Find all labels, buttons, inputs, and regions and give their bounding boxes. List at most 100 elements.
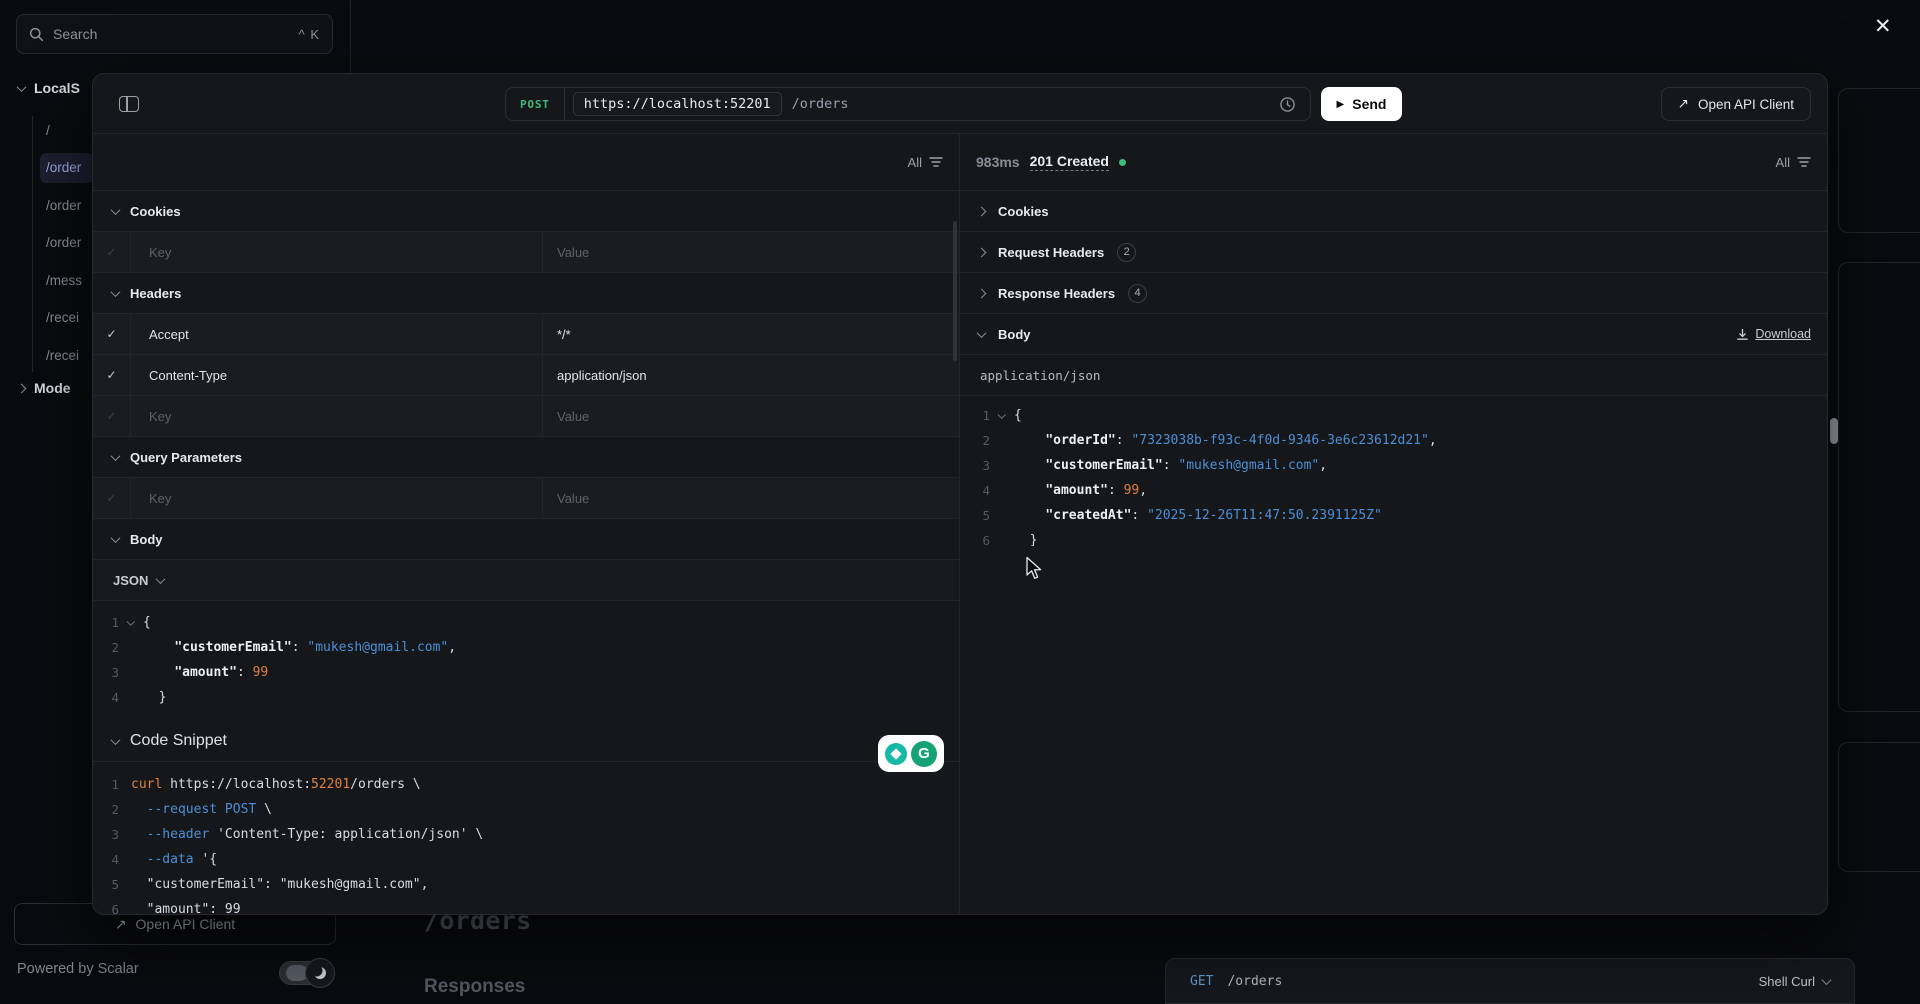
row-checkbox[interactable]: ✓	[93, 314, 131, 354]
param-value-input[interactable]: Value	[543, 232, 959, 272]
param-row: ✓Content-Typeapplication/json	[93, 355, 959, 396]
chevron-down-icon	[1822, 975, 1832, 985]
param-value-input[interactable]: */*	[543, 314, 959, 354]
moon-icon	[305, 958, 335, 988]
code-line: 6 "amount": 99	[93, 897, 959, 915]
open-api-client-top-button[interactable]: ↗ Open API Client	[1661, 87, 1811, 121]
line-number: 2	[93, 640, 119, 655]
request-path[interactable]: /orders	[792, 96, 1279, 112]
request-body-editor[interactable]: 1{2 "customerEmail": "mukesh@gmail.com",…	[93, 601, 959, 721]
response-duration: 983ms	[976, 154, 1020, 170]
sidebar-item-endpoint[interactable]: /	[40, 115, 94, 145]
param-value-input[interactable]: Value	[543, 478, 959, 518]
row-checkbox[interactable]: ✓	[93, 355, 131, 395]
response-body-label: Body	[998, 327, 1031, 342]
code-text: curl https://localhost:52201/orders \	[131, 777, 421, 792]
modal-header: POST https://localhost:52201 /orders ▶ S…	[93, 74, 1827, 134]
code-line: 3 "customerEmail": "mukesh@gmail.com",	[960, 453, 1827, 478]
sidebar-group-localstack[interactable]: LocalS	[18, 80, 80, 96]
sidebar-item-endpoint[interactable]: /order	[40, 228, 94, 258]
filter-icon[interactable]	[929, 156, 943, 168]
code-text: "customerEmail": "mukesh@gmail.com",	[1014, 458, 1327, 473]
search-input[interactable]: Search ^ K	[16, 14, 333, 54]
param-row: ✓KeyValue	[93, 232, 959, 273]
client-select-value: Shell Curl	[1759, 974, 1815, 989]
chevron-right-icon	[977, 206, 987, 216]
code-text: --data '{	[131, 852, 217, 867]
param-key-input[interactable]: Key	[131, 232, 543, 272]
server-url-box[interactable]: https://localhost:52201	[573, 92, 782, 116]
chevron-right-icon	[977, 247, 987, 257]
code-text: "customerEmail": "mukesh@gmail.com",	[143, 640, 456, 655]
sidebar-item-endpoint[interactable]: /mess	[40, 265, 94, 295]
sidebar-toggle-icon[interactable]	[119, 96, 139, 112]
section-headers[interactable]: Headers	[93, 273, 959, 314]
row-checkbox[interactable]: ✓	[93, 478, 131, 518]
headers-label: Headers	[130, 286, 181, 301]
response-filter-all[interactable]: All	[1776, 155, 1790, 170]
param-value-input[interactable]: application/json	[543, 355, 959, 395]
line-number: 1	[93, 777, 119, 792]
get-orders-endpoint-card[interactable]: GET /orders Shell Curl	[1165, 958, 1855, 1004]
client-select[interactable]: Shell Curl	[1759, 974, 1830, 989]
line-number: 6	[93, 902, 119, 915]
section-query-parameters[interactable]: Query Parameters	[93, 437, 959, 478]
param-value-input[interactable]: Value	[543, 396, 959, 436]
grammarly-badge[interactable]: G	[878, 735, 944, 772]
download-button[interactable]: Download	[1736, 327, 1811, 341]
sidebar-item-endpoint[interactable]: /order	[40, 190, 94, 220]
code-line: 4 --data '{	[93, 847, 959, 872]
code-line: 1{	[93, 610, 959, 635]
sidebar-item-models[interactable]: Mode	[18, 380, 71, 396]
page-scrollbar-thumb[interactable]	[1830, 418, 1838, 444]
send-button[interactable]: ▶ Send	[1321, 87, 1402, 121]
sidebar-item-endpoint[interactable]: /recei	[40, 303, 94, 333]
line-number: 5	[93, 877, 119, 892]
request-filter-all[interactable]: All	[908, 155, 922, 170]
sidebar-divider	[350, 0, 351, 73]
param-key-input[interactable]: Key	[131, 396, 543, 436]
sidebar-item-endpoint[interactable]: /recei	[40, 341, 94, 371]
status-dot	[1119, 159, 1126, 166]
section-code-snippet[interactable]: Code Snippet Curl	[93, 721, 959, 762]
cookies-label: Cookies	[130, 204, 181, 219]
sidebar-tree-line	[32, 116, 33, 372]
request-address-bar[interactable]: POST https://localhost:52201 /orders	[505, 87, 1311, 121]
request-pane-scrollbar[interactable]	[953, 221, 957, 361]
param-key-input[interactable]: Accept	[131, 314, 543, 354]
response-section-response-headers[interactable]: Response Headers4	[960, 273, 1827, 314]
background-card	[1838, 262, 1920, 712]
body-format-select[interactable]: JSON	[93, 560, 959, 601]
response-status[interactable]: 201 Created	[1030, 153, 1109, 171]
chevron-right-icon	[977, 288, 987, 298]
fold-chevron-icon[interactable]	[990, 413, 1014, 419]
line-number: 1	[93, 615, 119, 630]
section-body[interactable]: Body	[93, 519, 959, 560]
section-cookies[interactable]: Cookies	[93, 191, 959, 232]
code-text: "customerEmail": "mukesh@gmail.com",	[131, 877, 428, 892]
line-number: 4	[93, 852, 119, 867]
code-text: "amount": 99	[143, 665, 268, 680]
response-section-body[interactable]: Body Download	[960, 314, 1827, 355]
method-badge[interactable]: POST	[506, 88, 565, 120]
body-label: Body	[130, 532, 163, 547]
response-section-request-headers[interactable]: Request Headers2	[960, 232, 1827, 273]
line-number: 3	[93, 827, 119, 842]
code-text: {	[143, 615, 151, 630]
send-label: Send	[1352, 96, 1386, 112]
response-section-cookies[interactable]: Cookies	[960, 191, 1827, 232]
param-key-input[interactable]: Content-Type	[131, 355, 543, 395]
close-button[interactable]: ✕	[1874, 14, 1892, 39]
param-key-input[interactable]: Key	[131, 478, 543, 518]
row-checkbox[interactable]: ✓	[93, 232, 131, 272]
history-icon[interactable]	[1279, 96, 1296, 113]
fold-chevron-icon[interactable]	[119, 620, 143, 626]
open-api-client-label: Open API Client	[136, 916, 236, 932]
sidebar-item-endpoint[interactable]: /order	[40, 153, 94, 183]
row-checkbox[interactable]: ✓	[93, 396, 131, 436]
dark-mode-toggle[interactable]	[279, 958, 335, 988]
response-body-viewer[interactable]: 1{2 "orderId": "7323038b-f93c-4f0d-9346-…	[960, 396, 1827, 546]
line-number: 3	[93, 665, 119, 680]
filter-icon[interactable]	[1797, 156, 1811, 168]
query-parameters-label: Query Parameters	[130, 450, 242, 465]
